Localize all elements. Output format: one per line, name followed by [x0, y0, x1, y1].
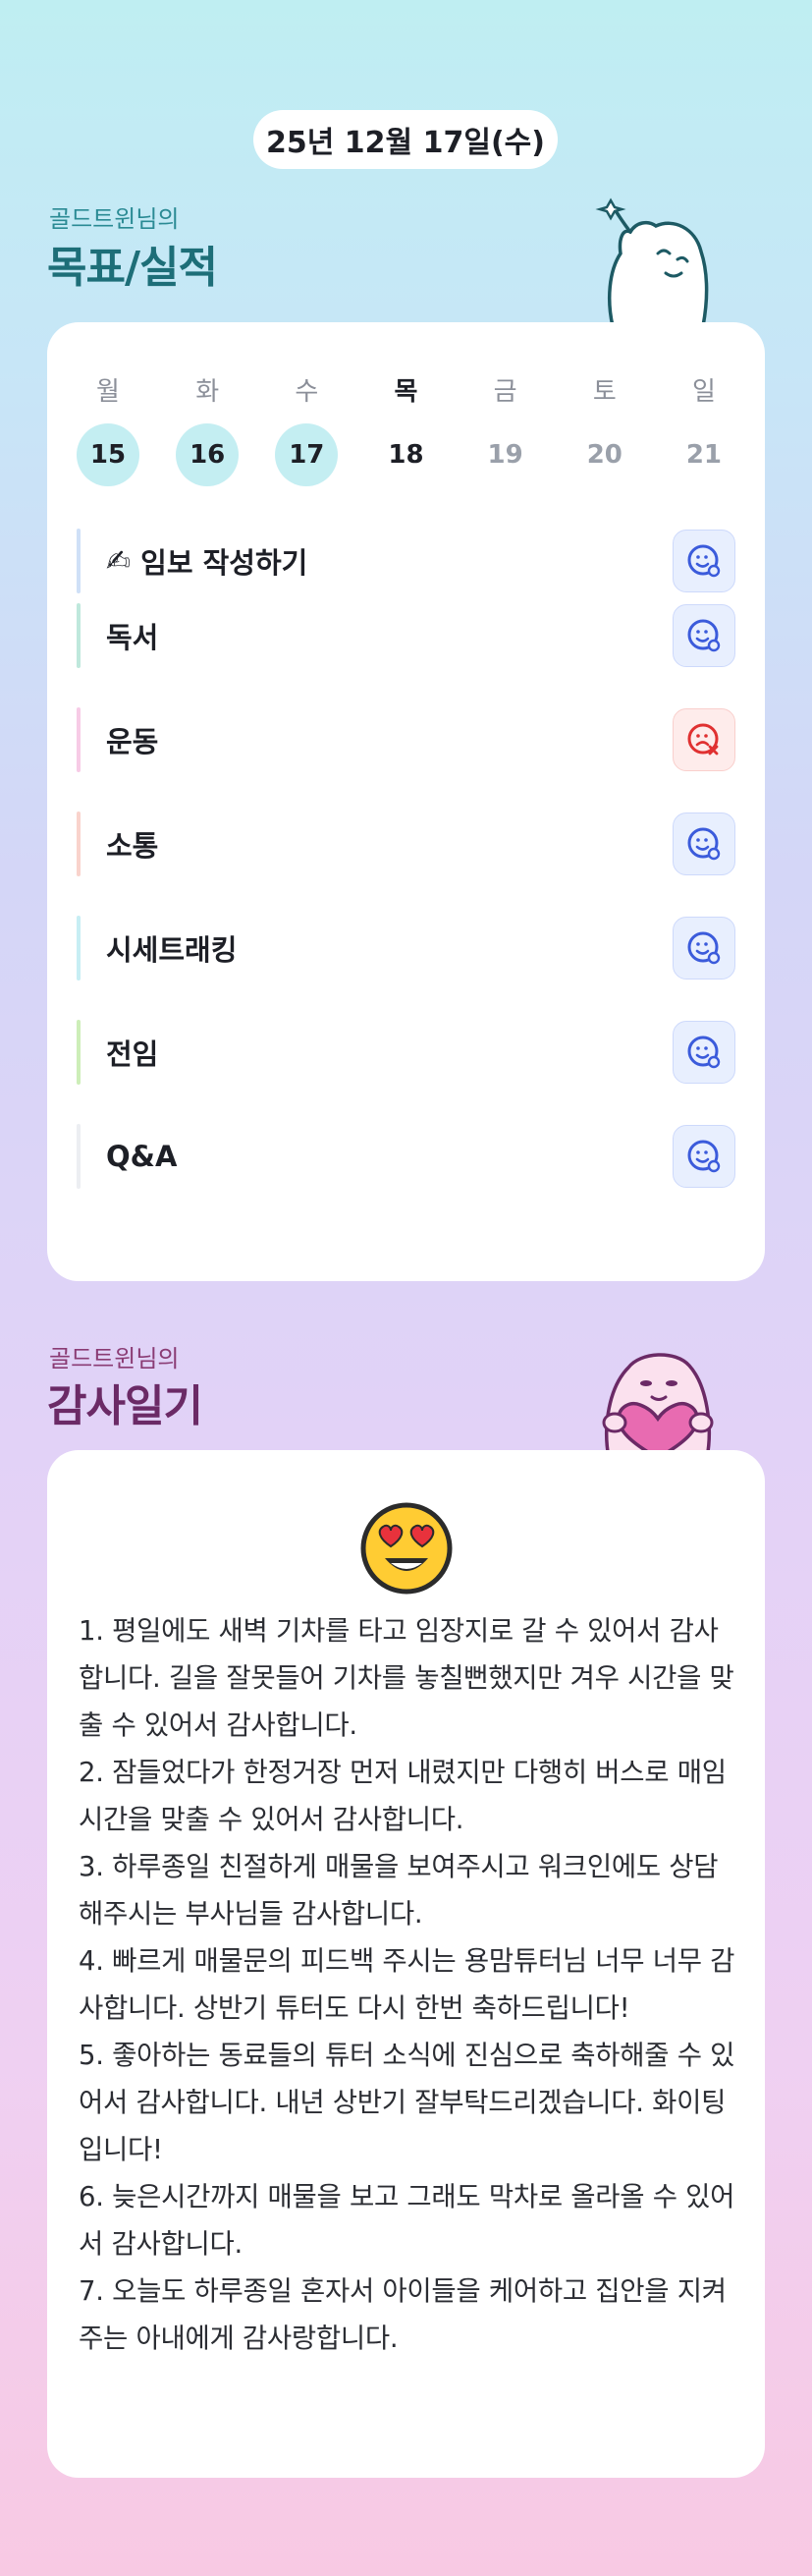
gratitude-owner-label: 골드트윈님의 — [49, 1345, 180, 1372]
goal-color-bar — [77, 1124, 81, 1189]
status-success-icon[interactable] — [673, 1021, 735, 1084]
day-17[interactable]: 17 — [275, 423, 339, 486]
goal-color-bar — [77, 812, 81, 876]
weekday-thu: 목 — [394, 377, 418, 407]
day-16[interactable]: 16 — [176, 423, 240, 486]
goal-color-bar — [77, 529, 81, 593]
day-20[interactable]: 20 — [573, 423, 636, 486]
weekday-row: 월 화 수 목 금 토 일 — [77, 371, 735, 408]
goal-row-qna[interactable]: Q&A — [77, 1124, 735, 1189]
heart-eyes-emoji-icon — [360, 1502, 453, 1595]
weekday-fri: 금 — [493, 377, 517, 407]
goal-label: Q&A — [106, 1140, 178, 1173]
status-fail-icon[interactable] — [673, 708, 735, 771]
goal-label: 독서 — [106, 621, 159, 654]
goal-label: 운동 — [106, 725, 159, 758]
goal-label: 소통 — [106, 829, 159, 863]
status-success-icon[interactable] — [673, 530, 735, 592]
goal-row-exercise[interactable]: 운동 — [77, 707, 735, 772]
goal-row-reading[interactable]: 독서 — [77, 603, 735, 668]
status-success-icon[interactable] — [673, 917, 735, 980]
goal-row-communication[interactable]: 소통 — [77, 812, 735, 876]
date-row: 15 16 17 18 19 20 21 — [77, 423, 735, 486]
status-success-icon[interactable] — [673, 1125, 735, 1188]
weekday-tue: 화 — [195, 377, 220, 407]
mascot-heart-icon — [602, 1353, 714, 1458]
date-pill[interactable]: 25년 12월 17일(수) — [253, 110, 558, 169]
gratitude-title: 감사일기 — [47, 1381, 203, 1431]
weekday-mon: 월 — [96, 377, 120, 407]
day-15[interactable]: 15 — [77, 423, 139, 486]
pencil-icon: ✍ — [106, 543, 132, 579]
goal-label: 시세트래킹 — [106, 933, 238, 967]
goals-owner-label: 골드트윈님의 — [49, 205, 180, 233]
goal-label: 임보 작성하기 — [140, 546, 308, 580]
gratitude-card: 1. 평일에도 새벽 기차를 타고 임장지로 갈 수 있어서 감사합니다. 길을… — [47, 1450, 765, 2478]
status-success-icon[interactable] — [673, 812, 735, 875]
gratitude-text: 1. 평일에도 새벽 기차를 타고 임장지로 갈 수 있어서 감사합니다. 길을… — [79, 1615, 735, 2354]
goal-label: 전임 — [106, 1037, 159, 1071]
goal-row-site-visit[interactable]: 전임 — [77, 1020, 735, 1085]
day-18[interactable]: 18 — [374, 423, 437, 486]
date-label: 25년 12월 17일(수) — [266, 126, 545, 160]
weekday-sun: 일 — [691, 377, 716, 407]
status-success-icon[interactable] — [673, 604, 735, 667]
goal-color-bar — [77, 707, 81, 772]
goals-card: 월 화 수 목 금 토 일 15 16 17 18 19 20 21 ✍ 임보 작… — [47, 322, 765, 1281]
goal-row-report[interactable]: ✍ 임보 작성하기 — [77, 529, 735, 593]
goal-row-price-tracking[interactable]: 시세트래킹 — [77, 916, 735, 980]
mascot-waving-icon — [595, 197, 709, 326]
goal-color-bar — [77, 1020, 81, 1085]
weekday-sat: 토 — [592, 377, 617, 407]
goals-title: 목표/실적 — [47, 243, 218, 293]
day-19[interactable]: 19 — [474, 423, 537, 486]
goal-color-bar — [77, 916, 81, 980]
day-21[interactable]: 21 — [673, 423, 735, 486]
weekday-wed: 수 — [295, 377, 319, 407]
goal-color-bar — [77, 603, 81, 668]
